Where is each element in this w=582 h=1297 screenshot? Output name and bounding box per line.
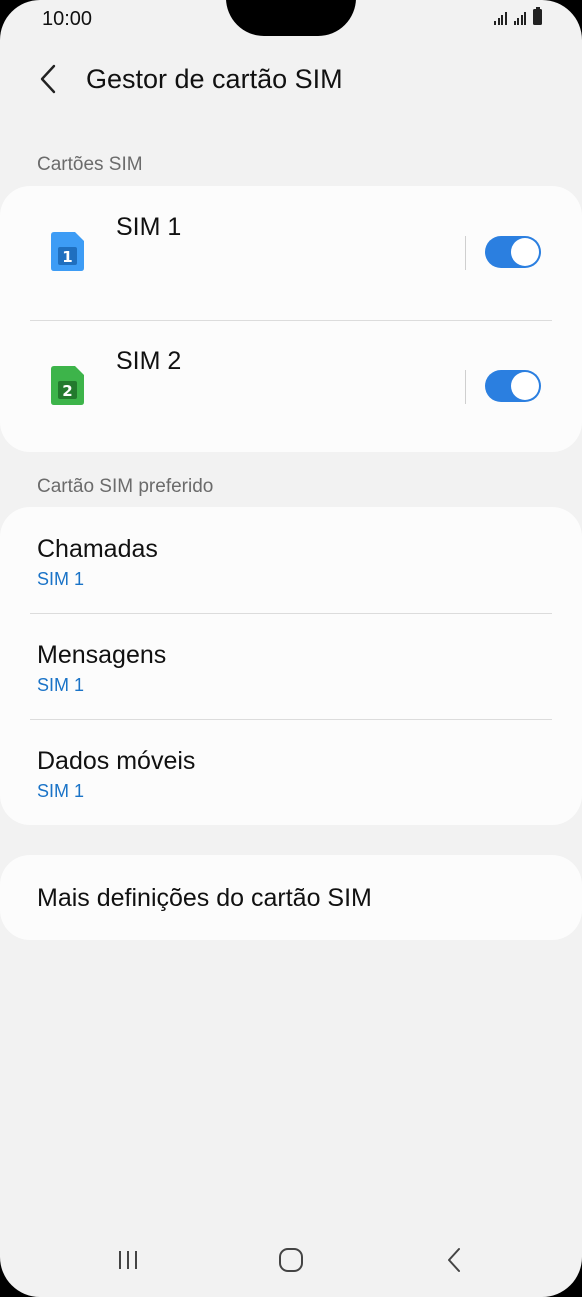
signal-icon	[494, 11, 507, 25]
status-bar: 10:00	[0, 0, 582, 40]
sim-2-toggle[interactable]	[485, 370, 541, 402]
navigation-bar	[0, 1225, 582, 1297]
sim-name-1: SIM 1	[116, 213, 182, 241]
chevron-left-icon	[40, 64, 56, 94]
signal-icon	[513, 11, 526, 25]
sim-1-toggle[interactable]	[485, 236, 541, 268]
sim-card-2-icon: 2	[51, 366, 84, 405]
preferred-row-mobile-data[interactable]: Dados móveis SIM 1	[0, 719, 582, 825]
preferred-row-messages[interactable]: Mensagens SIM 1	[0, 613, 582, 719]
back-button[interactable]	[30, 59, 66, 99]
section-label-sim-cards: Cartões SIM	[37, 154, 143, 175]
back-icon	[448, 1248, 460, 1272]
home-button[interactable]	[261, 1235, 321, 1285]
vertical-divider	[465, 236, 466, 270]
sim-name-2: SIM 2	[116, 347, 182, 375]
nav-back-button[interactable]	[424, 1235, 484, 1285]
toggle-knob	[511, 372, 539, 400]
preferred-row-title: Chamadas	[37, 535, 158, 563]
preferred-row-value: SIM 1	[37, 569, 85, 589]
sim-card-1-badge: 1	[62, 248, 72, 266]
preferred-row-value: SIM 1	[37, 781, 85, 801]
recent-apps-icon	[119, 1251, 137, 1269]
preferred-row-title: Mensagens	[37, 641, 167, 669]
battery-icon	[533, 7, 542, 25]
preferred-row-title: Dados móveis	[37, 747, 196, 775]
phone-screen: 10:00 Gestor de cartão SIM Cartões SIM 1	[0, 0, 582, 1297]
sim-row-1[interactable]: 1 SIM 1	[0, 186, 582, 320]
page-title: Gestor de cartão SIM	[86, 64, 343, 94]
vertical-divider	[465, 370, 466, 404]
preferred-row-value: SIM 1	[37, 675, 85, 695]
section-label-preferred-sim: Cartão SIM preferido	[37, 476, 214, 497]
sim-card-2-badge: 2	[62, 382, 72, 400]
sim-card-1-icon: 1	[51, 232, 84, 271]
status-time: 10:00	[42, 8, 93, 30]
more-sim-settings-label: Mais definições do cartão SIM	[37, 884, 372, 912]
recent-apps-button[interactable]	[98, 1235, 158, 1285]
preferred-row-calls[interactable]: Chamadas SIM 1	[0, 507, 582, 613]
sim-cards-card: 1 SIM 1 2 SIM 2	[0, 186, 582, 452]
home-icon	[279, 1248, 303, 1272]
app-header: Gestor de cartão SIM	[0, 55, 582, 105]
status-icons	[494, 7, 542, 25]
sim-row-2[interactable]: 2 SIM 2	[0, 320, 582, 454]
toggle-knob	[511, 238, 539, 266]
preferred-sim-card: Chamadas SIM 1 Mensagens SIM 1 Dados móv…	[0, 507, 582, 825]
more-sim-settings-button[interactable]: Mais definições do cartão SIM	[0, 855, 582, 940]
